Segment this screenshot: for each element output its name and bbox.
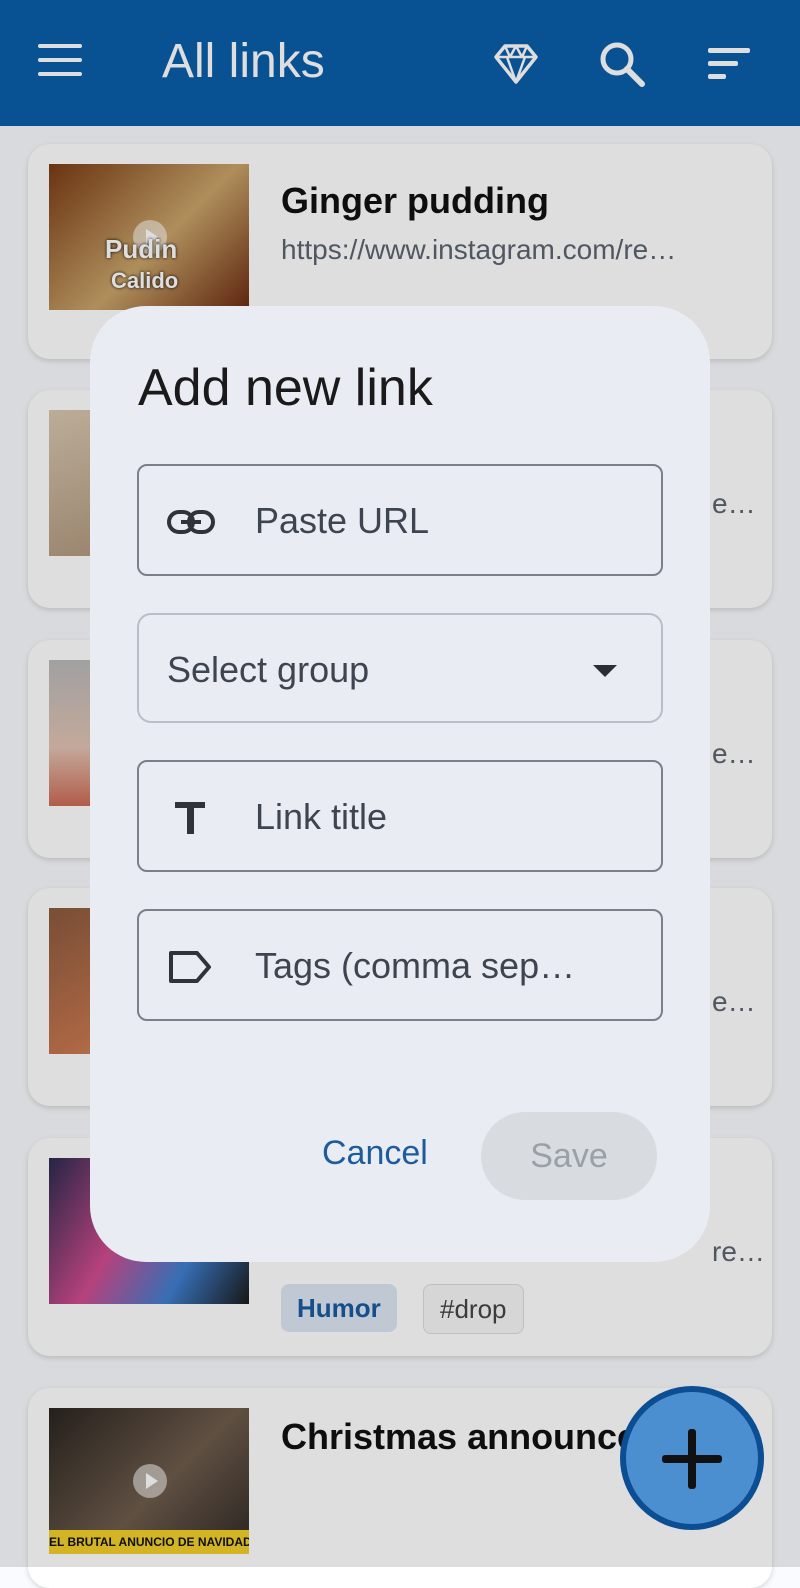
group-select[interactable]: Select group [137, 613, 663, 723]
cancel-button[interactable]: Cancel [322, 1134, 428, 1173]
tags-field[interactable]: Tags (comma sep… [137, 909, 663, 1021]
dropdown-arrow-icon [593, 665, 617, 677]
save-button[interactable]: Save [481, 1112, 657, 1200]
link-icon [167, 500, 215, 544]
dialog-title: Add new link [138, 359, 433, 417]
title-placeholder: Link title [255, 796, 388, 837]
title-field[interactable]: Link title [137, 760, 663, 872]
add-link-dialog: Add new link Paste URL Select group Link… [90, 306, 710, 1262]
text-icon [167, 796, 215, 840]
url-placeholder: Paste URL [255, 500, 430, 541]
tags-placeholder: Tags (comma sep… [255, 945, 576, 986]
url-field[interactable]: Paste URL [137, 464, 663, 576]
add-link-fab[interactable] [620, 1386, 764, 1530]
label-icon [167, 945, 215, 989]
group-placeholder: Select group [167, 649, 370, 690]
plus-icon-stroke [688, 1429, 696, 1489]
